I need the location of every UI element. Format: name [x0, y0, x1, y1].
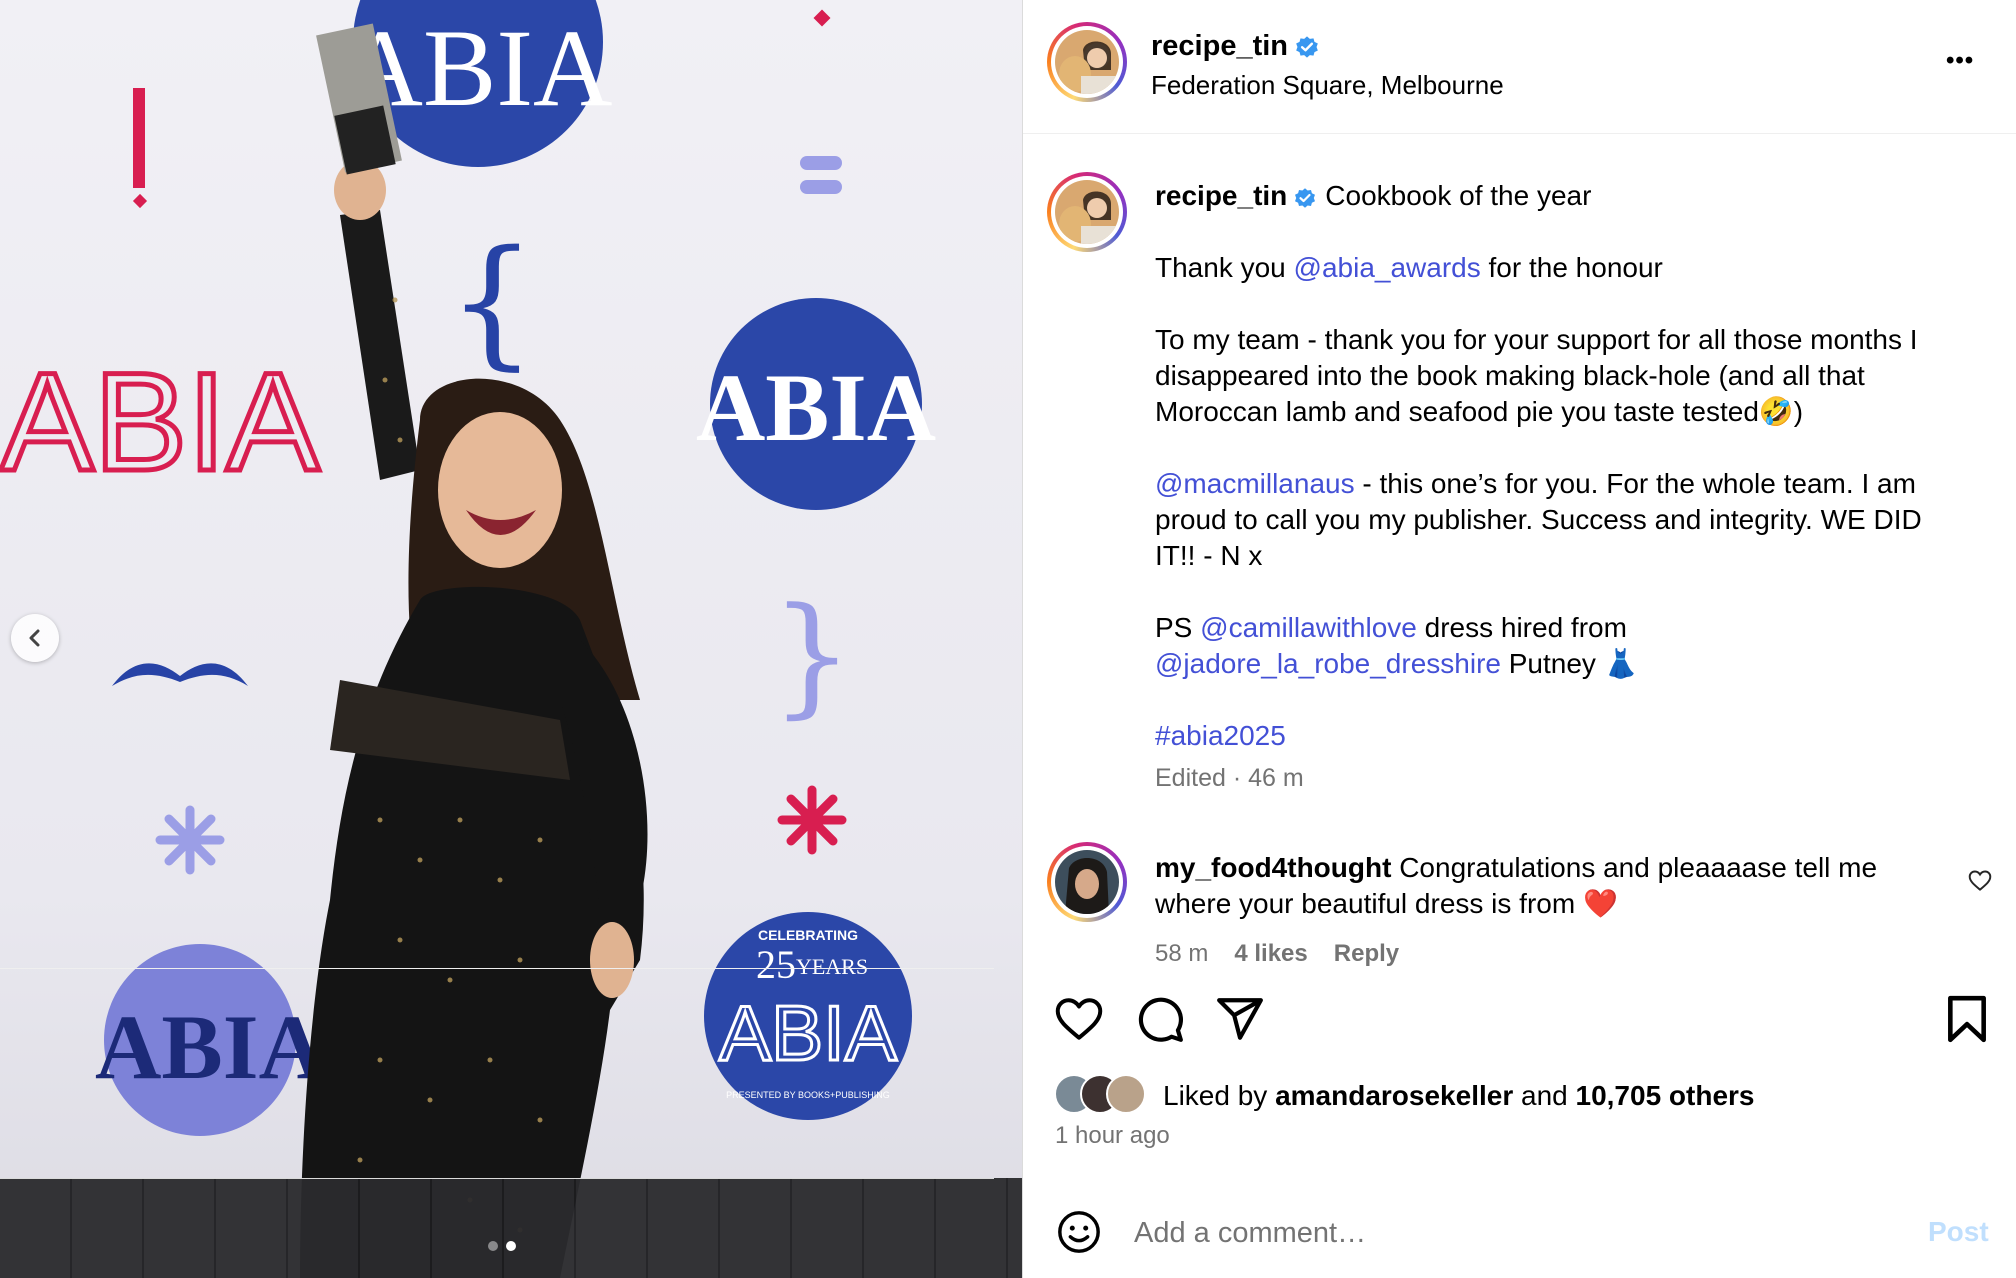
mention-abia-awards[interactable]: @abia_awards — [1294, 252, 1481, 283]
svg-text:ABIA: ABIA — [696, 354, 936, 461]
likes-prefix: Liked by — [1163, 1080, 1276, 1111]
comment-likes[interactable]: 4 likes — [1234, 940, 1307, 968]
verified-badge-icon — [1295, 187, 1316, 208]
svg-text:{: { — [447, 221, 536, 384]
caption-publisher-paragraph: @macmillanaus - this one’s for you. For … — [1155, 466, 1965, 574]
header-author-row: recipe_tin — [1151, 30, 1320, 63]
mention-macmillanaus[interactable]: @macmillanaus — [1155, 468, 1355, 499]
svg-text:CELEBRATING: CELEBRATING — [758, 927, 858, 943]
liker-username[interactable]: amandarosekeller — [1275, 1080, 1513, 1111]
share-paper-plane-icon[interactable] — [1215, 994, 1265, 1044]
mention-jadore-la-robe[interactable]: @jadore_la_robe_dresshire — [1155, 648, 1501, 679]
more-options-button[interactable]: ••• — [1946, 47, 1974, 75]
post-caption: recipe_tin Cookbook of the year Thank you… — [1155, 178, 1965, 796]
comment-meta: 58 m 4 likes Reply — [1155, 940, 1399, 968]
action-bar — [0, 968, 994, 1178]
comment-bubble-icon[interactable] — [1135, 994, 1185, 1044]
svg-text:}: } — [771, 579, 854, 731]
emoji-smiley-icon[interactable] — [1056, 1209, 1102, 1255]
caption-ps-line1: PS @camillawithlove dress hired from — [1155, 610, 1965, 646]
save-bookmark-icon[interactable] — [1944, 994, 1990, 1044]
caption-ps-prefix: PS — [1155, 612, 1201, 643]
caption-first-line: recipe_tin Cookbook of the year — [1155, 178, 1965, 214]
commenter-avatar[interactable] — [1047, 842, 1127, 922]
mention-camillawithlove[interactable]: @camillawithlove — [1200, 612, 1417, 643]
instagram-post-view: ABIA ABIA { ABIA } ABIA CELEBRATING 25 Y… — [0, 0, 2016, 1278]
comment-body: my_food4thought Congratulations and plea… — [1155, 850, 1945, 922]
caption-team-paragraph: To my team - thank you for your support … — [1155, 324, 1918, 427]
caption-ps-middle: dress hired from — [1416, 612, 1627, 643]
author-avatar[interactable] — [1047, 22, 1127, 102]
post-comment-button[interactable]: Post — [1928, 1216, 1989, 1248]
comment-time: 58 m — [1155, 940, 1209, 967]
liker-avatar — [1106, 1074, 1146, 1114]
likes-summary: Liked by amandarosekeller and 10,705 oth… — [1163, 1078, 1755, 1114]
caption-hashtag-line: #abia2025 — [1155, 718, 1965, 754]
caption-thanks: Thank you @abia_awards for the honour — [1155, 250, 1965, 286]
hashtag-abia2025[interactable]: #abia2025 — [1155, 720, 1286, 751]
comment-composer — [0, 1178, 994, 1278]
comment-like-heart-icon[interactable] — [1967, 868, 1993, 894]
avatar-photo — [1055, 850, 1119, 914]
caption-ps-line2: @jadore_la_robe_dresshire Putney 👗 — [1155, 646, 1965, 682]
caption-meta: Edited · 46 m — [1155, 764, 1304, 792]
carousel-prev-button[interactable] — [11, 614, 59, 662]
avatar-photo — [1055, 30, 1119, 94]
comment-reply-button[interactable]: Reply — [1334, 940, 1399, 968]
post-location[interactable]: Federation Square, Melbourne — [1151, 67, 1504, 103]
commenter-username[interactable]: my_food4thought — [1155, 852, 1391, 883]
verified-badge-icon — [1296, 35, 1318, 58]
caption-thanks-prefix: Thank you — [1155, 252, 1294, 283]
caption-thanks-suffix: for the honour — [1480, 252, 1663, 283]
likes-count[interactable]: 10,705 others — [1576, 1080, 1755, 1111]
like-heart-icon[interactable] — [1054, 996, 1104, 1042]
caption-ps-suffix: Putney 👗 — [1500, 648, 1639, 679]
caption-username[interactable]: recipe_tin — [1155, 180, 1287, 211]
post-timestamp: 1 hour ago — [1055, 1122, 1170, 1149]
comment-input[interactable] — [1134, 1213, 1894, 1253]
caption-headline: Cookbook of the year — [1325, 180, 1592, 211]
likes-middle: and — [1513, 1080, 1576, 1111]
liker-avatars — [1054, 1074, 1154, 1116]
caption-author-avatar[interactable] — [1047, 172, 1127, 252]
exclamation-glyph — [133, 88, 145, 188]
abia-logo-outline-left: ABIA — [0, 343, 320, 500]
header-username[interactable]: recipe_tin — [1151, 30, 1288, 63]
avatar-photo — [1055, 180, 1119, 244]
chevron-left-icon — [29, 629, 40, 647]
